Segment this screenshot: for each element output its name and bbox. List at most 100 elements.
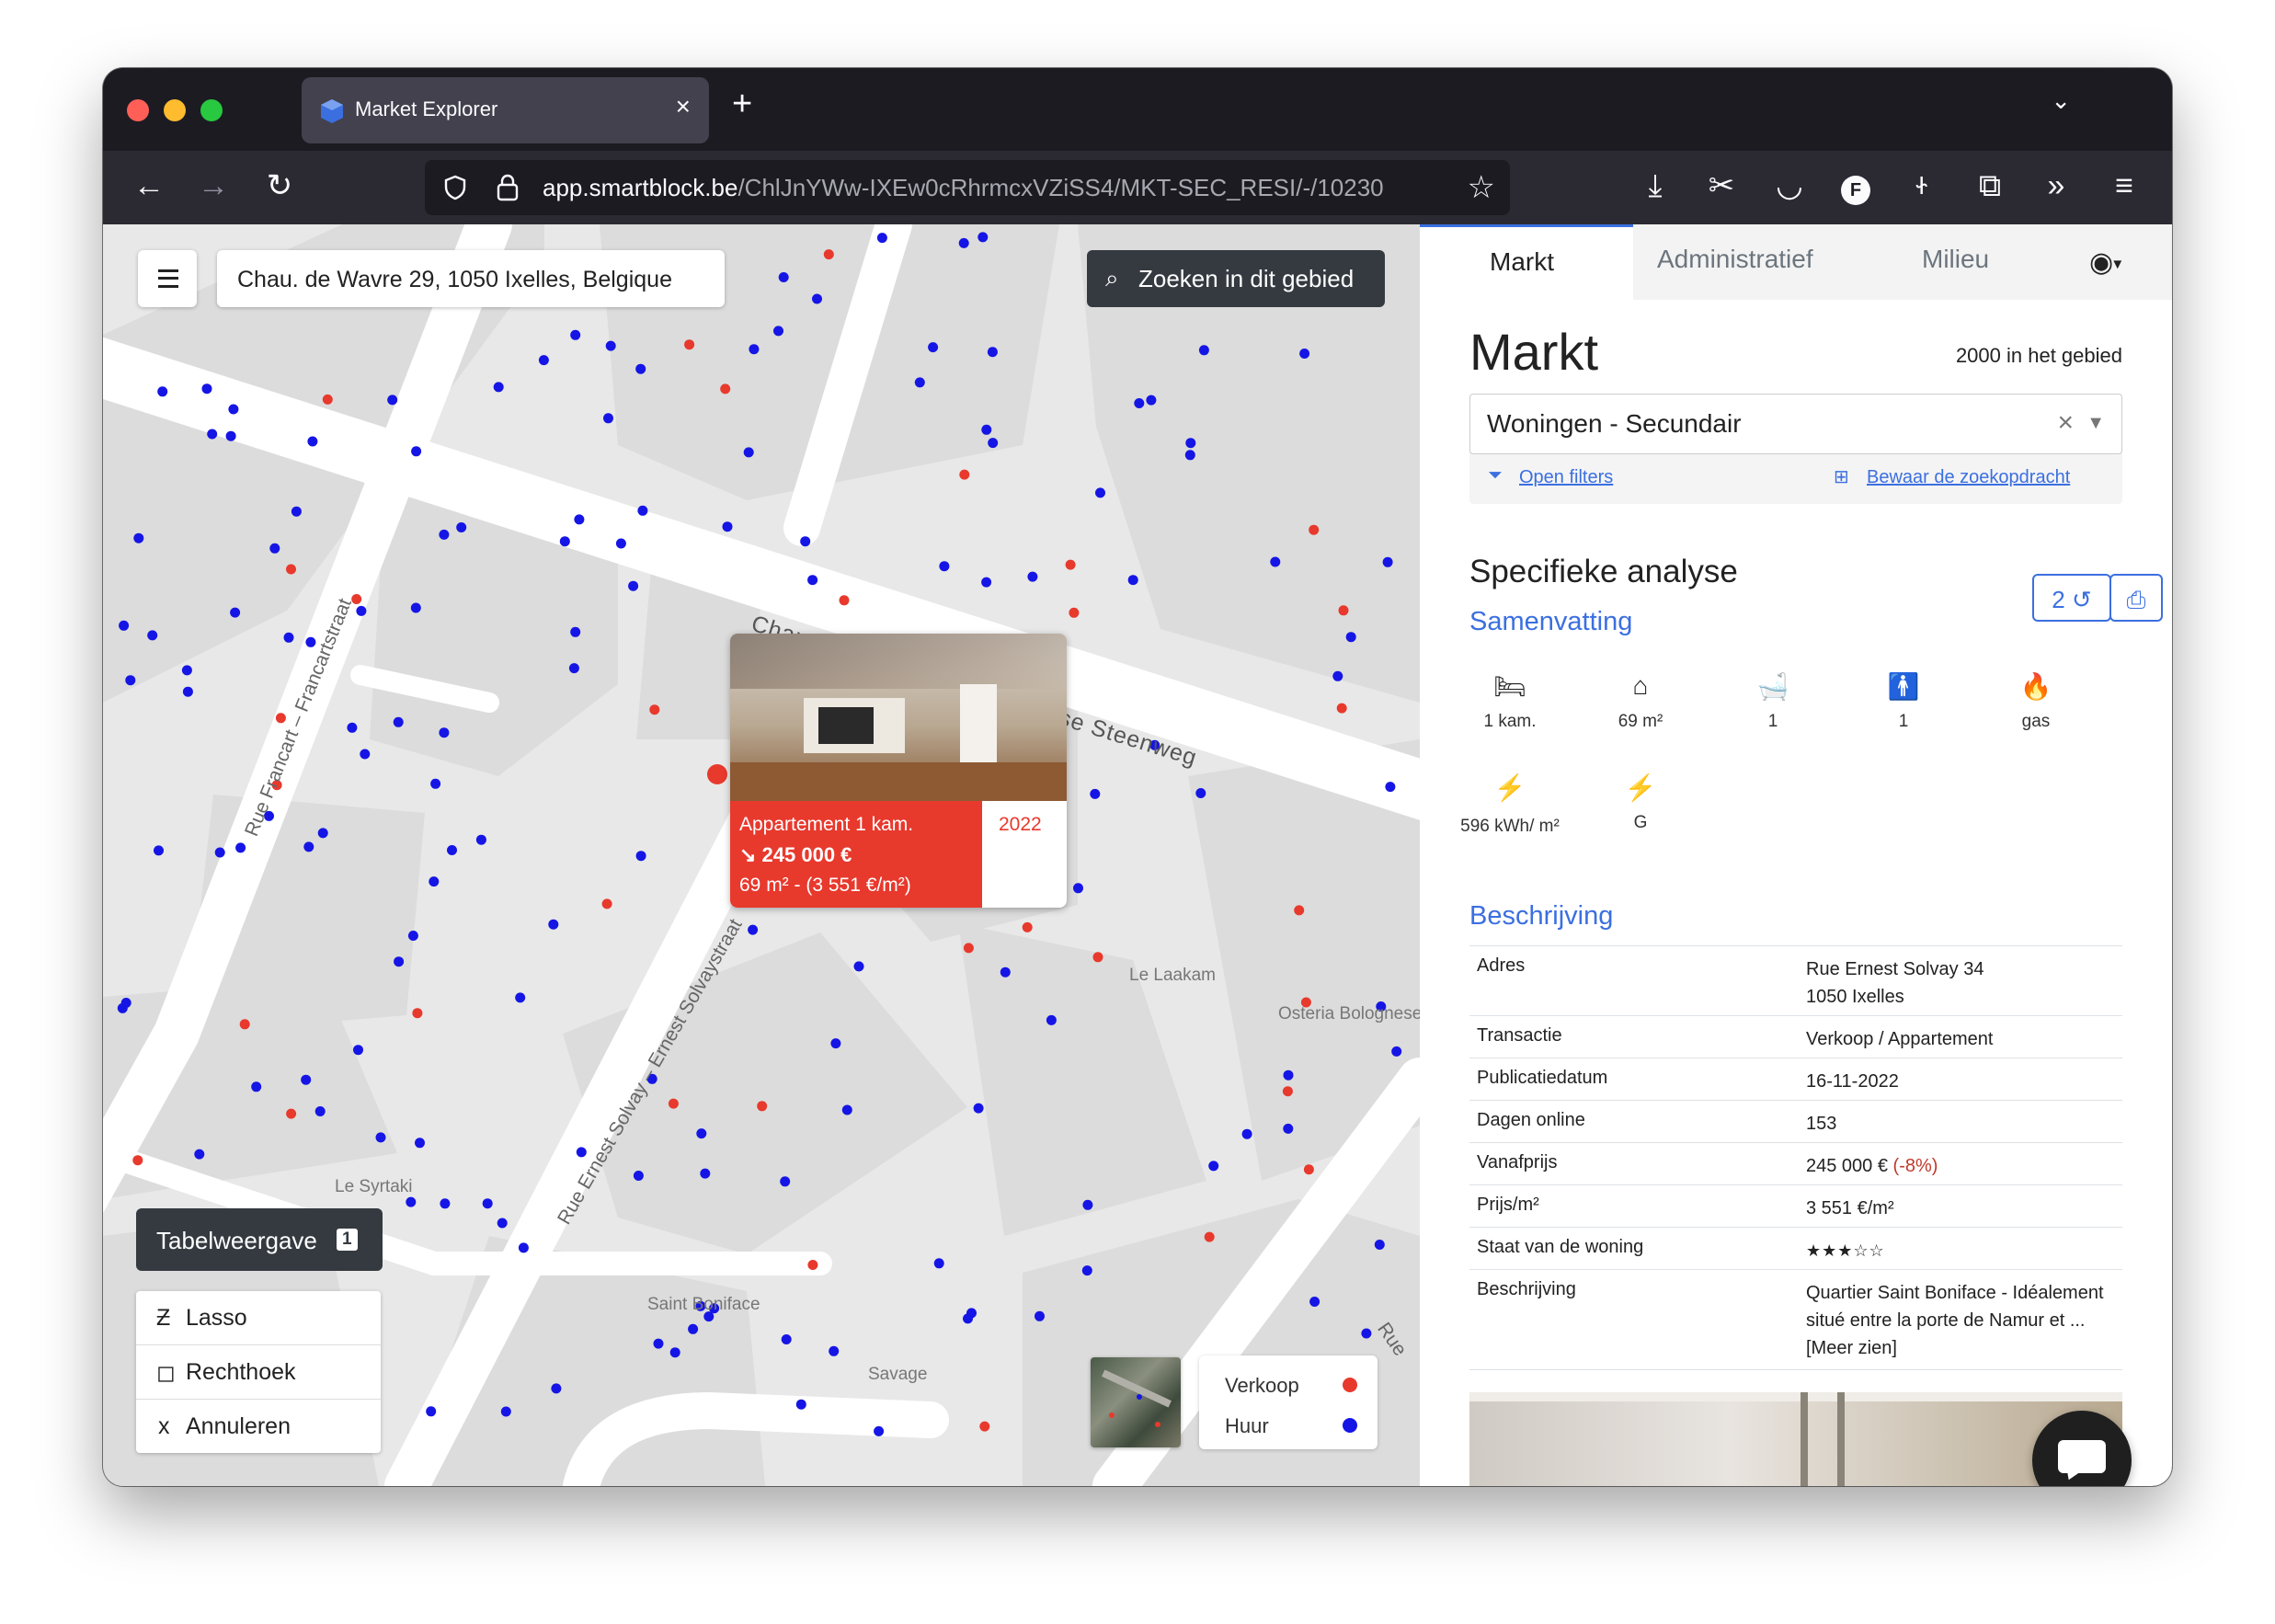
- listing-marker[interactable]: [291, 506, 302, 517]
- listing-marker[interactable]: [415, 1138, 425, 1149]
- forward-icon[interactable]: →: [193, 167, 234, 204]
- listing-marker[interactable]: [720, 383, 731, 395]
- listing-marker[interactable]: [1073, 883, 1083, 894]
- listing-marker[interactable]: [394, 956, 405, 967]
- lasso-tool-button[interactable]: Ƶ Lasso: [136, 1291, 381, 1345]
- listing-marker[interactable]: [500, 1406, 511, 1417]
- listing-marker[interactable]: [440, 1198, 451, 1209]
- listing-marker[interactable]: [430, 778, 441, 789]
- listing-marker[interactable]: [830, 1038, 841, 1049]
- listing-marker[interactable]: [1195, 788, 1206, 798]
- listing-marker[interactable]: [283, 632, 294, 643]
- listing-marker[interactable]: [412, 1008, 423, 1019]
- listing-marker[interactable]: [426, 1406, 437, 1417]
- listing-marker[interactable]: [1198, 345, 1209, 356]
- extensions-icon[interactable]: ⧉: [1970, 167, 2010, 204]
- listing-marker[interactable]: [800, 536, 811, 547]
- listing-marker[interactable]: [1065, 559, 1076, 570]
- user-menu[interactable]: ◉▾: [2089, 246, 2121, 279]
- listing-marker[interactable]: [605, 340, 616, 351]
- profile-f-icon[interactable]: F: [1835, 167, 1876, 205]
- zoom-window-button[interactable]: [200, 99, 223, 121]
- listing-marker[interactable]: [874, 1425, 885, 1436]
- reload-icon[interactable]: ↻: [259, 167, 300, 204]
- listing-marker[interactable]: [1146, 395, 1157, 406]
- listing-marker[interactable]: [576, 1147, 587, 1158]
- listing-marker[interactable]: [230, 607, 241, 618]
- listing-marker[interactable]: [668, 1098, 679, 1109]
- listing-marker[interactable]: [1309, 524, 1320, 535]
- chevron-down-icon[interactable]: ▼: [2086, 413, 2105, 434]
- listing-marker[interactable]: [933, 1258, 944, 1269]
- listing-marker[interactable]: [757, 1101, 768, 1112]
- listing-marker[interactable]: [1283, 1069, 1294, 1081]
- listing-marker[interactable]: [959, 469, 970, 480]
- clear-icon[interactable]: ×: [2057, 407, 2074, 439]
- listing-marker[interactable]: [317, 828, 328, 839]
- listing-marker[interactable]: [251, 1081, 262, 1092]
- chevron-down-icon[interactable]: ⌄: [2051, 86, 2071, 115]
- listing-marker[interactable]: [475, 834, 486, 845]
- listing-marker[interactable]: [928, 342, 939, 353]
- listing-marker[interactable]: [407, 931, 418, 941]
- listing-marker[interactable]: [1385, 782, 1396, 793]
- listing-marker[interactable]: [981, 424, 992, 435]
- listing-marker[interactable]: [1069, 607, 1080, 618]
- listing-marker[interactable]: [749, 344, 760, 355]
- selected-listing-marker[interactable]: [707, 764, 727, 784]
- listing-marker[interactable]: [963, 1313, 973, 1324]
- listing-marker[interactable]: [482, 1198, 493, 1209]
- listing-marker[interactable]: [973, 1103, 984, 1114]
- listing-marker[interactable]: [456, 522, 467, 532]
- listing-marker[interactable]: [307, 436, 318, 447]
- listing-marker[interactable]: [182, 686, 193, 697]
- listing-marker[interactable]: [518, 1242, 529, 1253]
- listing-marker[interactable]: [225, 430, 236, 441]
- listing-marker[interactable]: [1374, 1240, 1385, 1250]
- listing-marker[interactable]: [269, 543, 280, 554]
- listing-marker[interactable]: [841, 1104, 852, 1115]
- new-tab-icon[interactable]: +: [732, 85, 752, 124]
- listing-marker[interactable]: [235, 842, 246, 853]
- listing-marker[interactable]: [410, 602, 421, 613]
- minimize-window-button[interactable]: [164, 99, 186, 121]
- listing-marker[interactable]: [633, 1171, 644, 1181]
- listing-marker[interactable]: [147, 630, 158, 641]
- listing-marker[interactable]: [807, 575, 818, 586]
- listing-marker[interactable]: [181, 665, 192, 676]
- listing-marker[interactable]: [653, 1338, 664, 1349]
- open-filters-link[interactable]: Open filters: [1519, 467, 1613, 488]
- menu-icon[interactable]: ≡: [2104, 167, 2144, 204]
- listing-marker[interactable]: [1361, 1328, 1372, 1339]
- listing-marker[interactable]: [125, 675, 136, 686]
- listing-marker[interactable]: [393, 716, 404, 727]
- listing-marker[interactable]: [684, 339, 695, 350]
- listing-marker[interactable]: [1095, 487, 1105, 498]
- listing-marker[interactable]: [132, 1155, 143, 1166]
- listing-marker[interactable]: [1035, 1310, 1045, 1321]
- listing-marker[interactable]: [303, 841, 314, 852]
- listing-marker[interactable]: [406, 1196, 417, 1207]
- listing-marker[interactable]: [1134, 398, 1145, 408]
- listing-marker[interactable]: [700, 1168, 711, 1179]
- listing-marker[interactable]: [876, 233, 887, 244]
- listing-marker[interactable]: [628, 580, 639, 591]
- listing-marker[interactable]: [375, 1132, 386, 1143]
- listing-marker[interactable]: [314, 1106, 326, 1116]
- listing-marker[interactable]: [914, 377, 925, 388]
- close-tab-icon[interactable]: ×: [676, 92, 691, 121]
- listing-marker[interactable]: [795, 1399, 806, 1410]
- listing-marker[interactable]: [387, 395, 398, 406]
- property-photo[interactable]: [1469, 1392, 2122, 1486]
- listing-marker[interactable]: [669, 1347, 680, 1358]
- listing-marker[interactable]: [207, 429, 218, 440]
- listing-marker[interactable]: [228, 404, 239, 415]
- listing-marker[interactable]: [356, 605, 367, 616]
- back-icon[interactable]: ←: [129, 167, 169, 204]
- listing-marker[interactable]: [981, 577, 992, 588]
- listing-marker[interactable]: [515, 992, 526, 1003]
- listing-marker[interactable]: [1081, 1265, 1092, 1276]
- listing-marker[interactable]: [239, 1019, 250, 1030]
- listing-marker[interactable]: [538, 355, 549, 366]
- listing-marker[interactable]: [574, 514, 585, 525]
